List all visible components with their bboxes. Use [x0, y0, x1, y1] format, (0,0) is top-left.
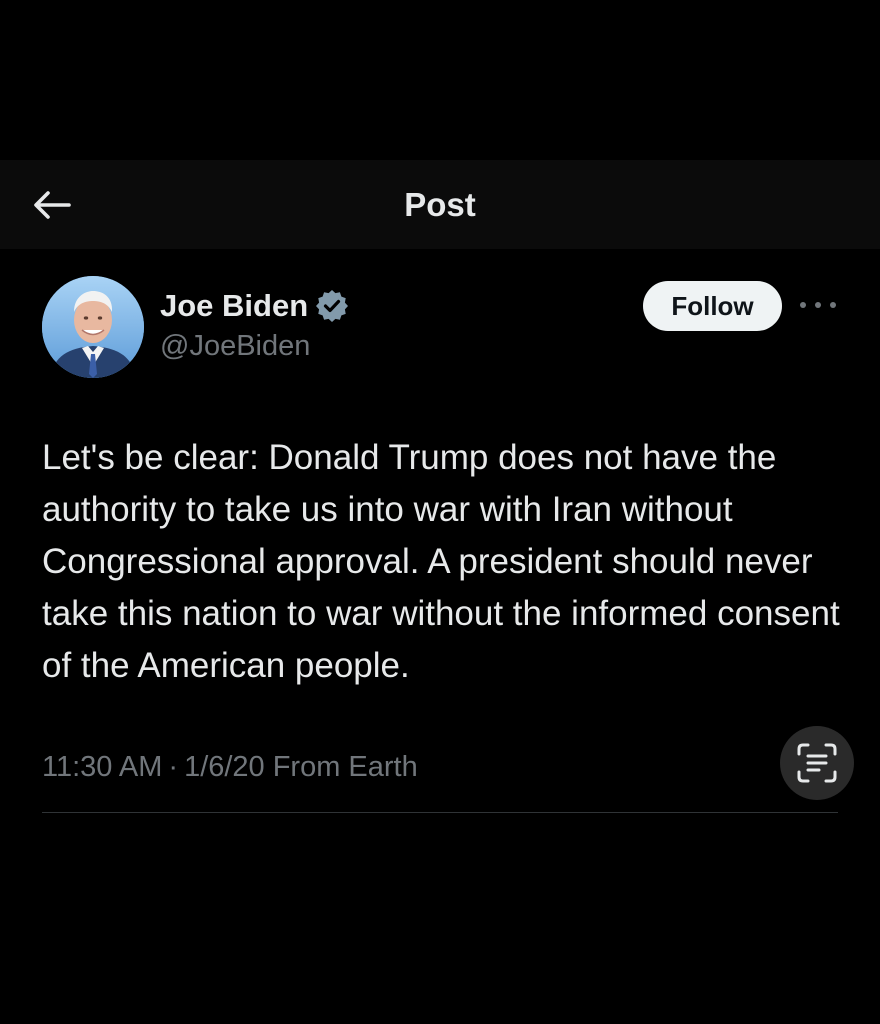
divider: [42, 812, 838, 813]
tweet-text: Let's be clear: Donald Trump does not ha…: [42, 438, 840, 685]
author-name[interactable]: Joe Biden: [160, 288, 308, 324]
tweet-source: From Earth: [272, 751, 418, 783]
back-button[interactable]: [24, 182, 80, 228]
verified-badge-icon: [316, 290, 349, 322]
more-dot: [800, 302, 806, 308]
more-dot: [815, 302, 821, 308]
avatar[interactable]: [42, 276, 144, 378]
top-bar: Post: [0, 160, 880, 249]
author-name-row[interactable]: Joe Biden: [160, 284, 349, 328]
meta-separator: ·: [168, 751, 179, 783]
tweet-time[interactable]: 11:30 AM: [42, 745, 162, 789]
author-handle[interactable]: @JoeBiden: [160, 330, 310, 363]
profile-photo: [42, 276, 144, 378]
post-page: Post Joe Biden @JoeBiden Follow Let's be…: [0, 0, 880, 1024]
text-scan-icon: [797, 743, 837, 783]
follow-button[interactable]: Follow: [643, 281, 782, 331]
more-dot: [830, 302, 836, 308]
arrow-left-icon: [34, 191, 71, 219]
tweet-meta: 11:30 AM · 1/6/20 From Earth: [42, 745, 418, 789]
tweet-date[interactable]: 1/6/20: [184, 745, 265, 789]
page-title: Post: [404, 186, 476, 223]
more-horizontal-icon[interactable]: [800, 290, 836, 320]
text-scan-button[interactable]: [780, 726, 854, 800]
